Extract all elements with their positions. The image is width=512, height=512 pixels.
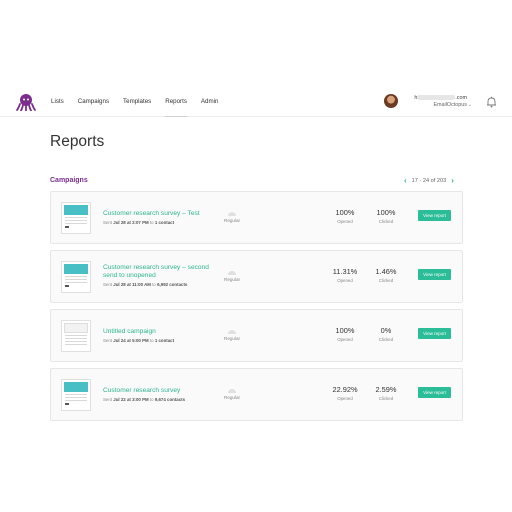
campaign-type: Regular [224,395,241,400]
regular-campaign-icon [228,389,236,393]
regular-campaign-icon [228,271,236,275]
pagination-text: 17 - 24 of 203 [411,177,447,184]
campaign-card: Customer research survey Sent Jul 22 at … [50,368,463,421]
campaign-thumbnail[interactable] [61,202,91,234]
opened-stat: 22.92% Opened [332,385,358,401]
user-menu[interactable]: h .com EmailOctopus [401,95,467,108]
pagination: ‹ 17 - 24 of 203 › [404,177,454,185]
clicked-stat: 1.46% Clicked [375,267,397,283]
campaign-type: Regular [224,336,241,341]
main-nav: Lists Campaigns Templates Reports Admin [44,87,225,117]
clicked-stat: 2.59% Clicked [375,385,397,401]
campaign-meta: Sent Jul 28 at 2:07 PM to 1 contact [103,220,175,225]
campaign-thumbnail[interactable] [61,379,91,411]
section-label-campaigns: Campaigns [50,177,88,184]
campaign-thumbnail[interactable] [61,320,91,352]
regular-campaign-icon [228,330,236,334]
campaign-card: Customer research survey – Test Sent Jul… [50,191,463,244]
campaign-name-link[interactable]: Customer research survey [103,387,180,395]
campaign-type: Regular [224,218,241,223]
notification-bell-icon[interactable] [486,96,497,108]
user-org: EmailOctopus [433,102,467,108]
nav-item-reports[interactable]: Reports [158,87,194,117]
view-report-button[interactable]: View report [418,387,451,398]
regular-campaign-icon [228,212,236,216]
campaign-meta: Sent Jul 22 at 3:00 PM to 9,674 contacts [103,397,186,402]
campaign-type: Regular [224,277,241,282]
campaign-name-link[interactable]: Untitled campaign [103,328,156,336]
user-email: h .com [414,95,467,101]
chevron-down-icon[interactable]: ⌄ [468,102,472,108]
page-title: Reports [50,133,105,150]
campaign-name-link[interactable]: Customer research survey – second send to… [103,264,209,280]
opened-stat: 100% Opened [335,208,355,224]
nav-item-templates[interactable]: Templates [116,87,158,117]
view-report-button[interactable]: View report [418,328,451,339]
campaign-thumbnail[interactable] [61,261,91,293]
avatar[interactable] [384,94,398,108]
opened-stat: 100% Opened [335,326,355,342]
chevron-left-icon[interactable]: ‹ [404,177,407,185]
campaign-card: Customer research survey – second send to… [50,250,463,303]
campaign-meta: Sent Jul 24 at 5:00 PM to 1 contact [103,338,175,343]
opened-stat: 11.31% Opened [332,267,358,283]
clicked-stat: 0% Clicked [378,326,394,342]
chevron-right-icon[interactable]: › [451,177,454,185]
campaign-meta: Sent Jul 28 at 11:00 AM to 6,992 contact… [103,282,188,287]
nav-item-admin[interactable]: Admin [194,87,226,117]
view-report-button[interactable]: View report [418,210,451,221]
nav-item-campaigns[interactable]: Campaigns [71,87,116,117]
redacted-email [417,95,456,101]
campaign-name-link[interactable]: Customer research survey – Test [103,210,200,218]
clicked-stat: 100% Clicked [376,208,396,224]
view-report-button[interactable]: View report [418,269,451,280]
top-nav-bar: Lists Campaigns Templates Reports Admin … [0,87,512,117]
campaign-card: Untitled campaign Sent Jul 24 at 5:00 PM… [50,309,463,362]
octopus-logo[interactable] [16,93,36,111]
nav-item-lists[interactable]: Lists [44,87,71,117]
